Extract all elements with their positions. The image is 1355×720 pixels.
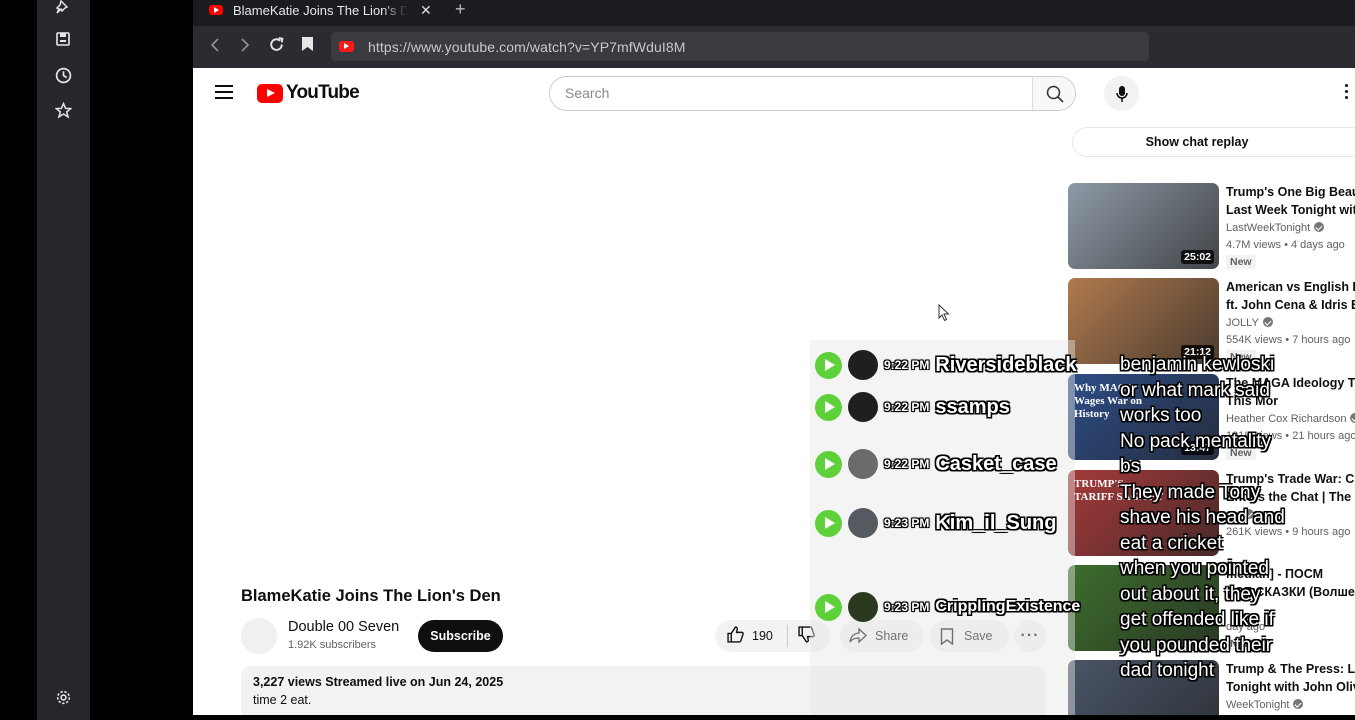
address-bar[interactable]: https://www.youtube.com/watch?v=YP7mfWdu… [331, 32, 1149, 61]
video-thumbnail[interactable]: 25:02 [1068, 183, 1219, 269]
site-favicon-icon [339, 41, 354, 52]
chat-username: ssamps [935, 395, 1010, 418]
chat-avatar [848, 592, 878, 622]
back-icon[interactable] [205, 36, 225, 56]
recommendation-channel[interactable]: LastWeekTonight [1226, 222, 1325, 234]
subscriber-count: 1.92K subscribers [288, 639, 377, 651]
thumbs-up-icon [727, 626, 744, 643]
subscribe-button[interactable]: Subscribe [418, 620, 503, 652]
recommendation-channel[interactable]: WeekTonight [1226, 699, 1304, 711]
tab-bar: BlameKatie Joins The Lion's Den ✕ + [193, 0, 1355, 26]
recommendation-meta: 554K views • 7 hours ago [1226, 334, 1351, 346]
menu-icon[interactable] [215, 85, 233, 99]
like-divider [786, 625, 788, 647]
overlay-message-line: when you pointed [1120, 558, 1269, 579]
overlay-message-line: eat a cricket [1120, 532, 1223, 554]
overlay-message-line: or what mark said [1120, 379, 1270, 401]
chat-overlay-row: 9:23 PM CripplingExistence [815, 590, 1080, 624]
search-icon [1046, 85, 1064, 103]
chat-overlay-row: 9:22 PM Casket_case [815, 447, 1057, 481]
youtube-logo[interactable]: YouTube [257, 82, 360, 104]
more-options-icon[interactable] [1345, 84, 1349, 102]
mouse-cursor-icon [938, 304, 950, 322]
chat-username: Kim_il_Sung [935, 511, 1057, 534]
overlay-message-line: dad tonight [1120, 660, 1215, 681]
overlay-message-line: out about it, they [1120, 583, 1261, 605]
recommendation-title: American vs English Br ft. John Cena & Id… [1226, 280, 1355, 312]
verified-icon [1262, 317, 1273, 327]
play-icon [815, 450, 842, 478]
recommendation-channel[interactable]: JOLLY [1226, 317, 1273, 329]
search-input[interactable]: Search [550, 77, 1032, 110]
chat-overlay-row: 9:22 PM Riversideblack [815, 348, 1077, 382]
search-box: Search [549, 76, 1076, 111]
chat-overlay-row: 9:23 PM Kim_il_Sung [815, 506, 1057, 540]
overlay-message-line: works too [1120, 405, 1202, 426]
verified-icon [1314, 222, 1325, 232]
side-dock [37, 0, 90, 720]
chat-time: 9:22 PM [884, 358, 930, 372]
star-icon[interactable] [52, 99, 74, 121]
tab-title: BlameKatie Joins The Lion's Den [233, 2, 408, 18]
play-icon [815, 351, 842, 379]
overlay-message-line: They made Tony [1120, 481, 1261, 503]
chat-time: 9:22 PM [884, 457, 930, 471]
search-button[interactable] [1032, 77, 1075, 110]
play-icon [815, 393, 842, 421]
bottom-edge [193, 715, 1355, 720]
overlay-message-line: you pounded their [1120, 634, 1273, 656]
voice-search-button[interactable] [1104, 76, 1139, 111]
chat-avatar [848, 350, 878, 380]
microphone-icon [1115, 85, 1128, 102]
url-text: https://www.youtube.com/watch?v=YP7mfWdu… [368, 39, 686, 55]
video-duration: 25:02 [1181, 250, 1214, 264]
recommendation-meta: 4.7M views • 4 days ago [1226, 239, 1345, 251]
video-title: BlameKatie Joins The Lion's Den [241, 587, 501, 605]
chat-overlay-row: 9:22 PM ssamps [815, 390, 1010, 424]
pin-icon[interactable] [52, 0, 74, 18]
bookmark-icon[interactable] [297, 36, 317, 56]
verified-icon [1293, 699, 1304, 709]
like-count: 190 [752, 629, 773, 643]
overlay-message-line: shave his head and [1120, 507, 1285, 528]
overlay-message-line: No pack mentality [1120, 430, 1272, 452]
chat-avatar [848, 508, 878, 538]
chat-time: 9:23 PM [884, 600, 930, 614]
chat-time: 9:23 PM [884, 516, 930, 530]
new-tab-button[interactable]: + [455, 0, 466, 20]
play-icon [815, 509, 842, 537]
overlay-message-line: get offended like if [1120, 609, 1274, 630]
youtube-play-logo-icon [257, 83, 283, 103]
play-icon [815, 593, 842, 621]
chat-time: 9:22 PM [884, 400, 930, 414]
history-icon[interactable] [52, 64, 74, 86]
new-badge: New [1226, 255, 1256, 269]
desktop: { "tab": { "title": "BlameKatie Joins Th… [0, 0, 1355, 720]
show-chat-replay-button[interactable]: Show chat replay [1072, 127, 1355, 157]
settings-icon[interactable] [52, 686, 74, 708]
overlay-message-line: benjamin kewloski [1120, 354, 1275, 375]
chat-username: CripplingExistence [935, 598, 1081, 615]
chat-username: Riversideblack [935, 353, 1077, 376]
chat-avatar [848, 392, 878, 422]
logo-text: YouTube [286, 82, 360, 103]
recommendation-item[interactable]: 25:02 Trump's One Big Beauti Last Week Ton… [1068, 183, 1355, 271]
reload-icon[interactable] [266, 36, 286, 56]
browser-toolbar: https://www.youtube.com/watch?v=YP7mfWdu… [193, 26, 1355, 68]
like-button[interactable] [727, 626, 744, 646]
tab-active[interactable]: BlameKatie Joins The Lion's Den ✕ [201, 0, 433, 20]
overlay-message-line: bs [1120, 456, 1141, 477]
overlay-message-feed: benjamin kewloski or what mark said works … [1120, 352, 1355, 684]
youtube-favicon-icon [209, 5, 223, 15]
channel-avatar[interactable] [241, 618, 277, 654]
recommendation-title: Trump's One Big Beauti Last Week Tonight … [1226, 185, 1355, 217]
close-tab-icon[interactable]: ✕ [420, 2, 432, 19]
chat-avatar [848, 449, 878, 479]
chat-username: Casket_case [935, 452, 1057, 475]
bookmarks-icon[interactable] [52, 28, 74, 50]
forward-icon[interactable] [235, 36, 255, 56]
channel-name[interactable]: Double 00 Seven [288, 619, 399, 635]
